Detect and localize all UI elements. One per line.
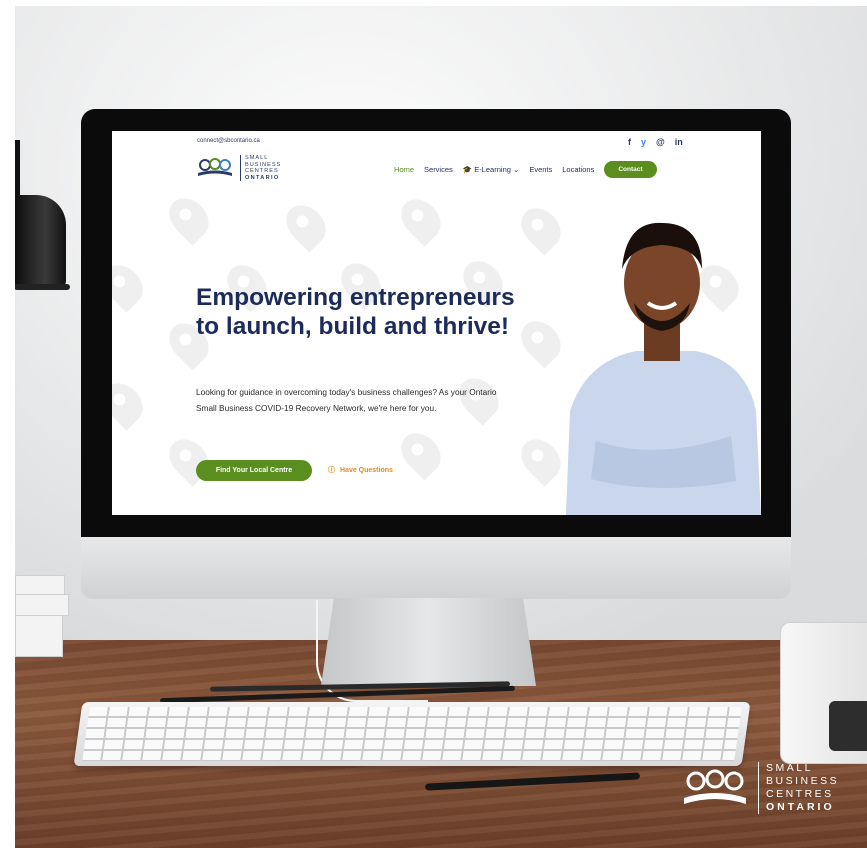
watermark-wordmark: SMALL BUSINESS CENTRES ONTARIO [758,762,839,814]
watermark-line-4: ONTARIO [766,801,835,813]
contact-email[interactable]: connect@sbcontario.ca [197,138,260,144]
facebook-icon[interactable]: f [628,137,631,147]
site-logo[interactable]: SMALL BUSINESS CENTRES ONTARIO [196,155,282,182]
hero-title: Empowering entrepreneurs to launch, buil… [196,284,515,340]
nav-item-elearning-label: E-Learning [474,165,511,174]
watermark-line-1: SMALL [766,762,813,774]
watermark-line-2: BUSINESS [766,775,840,787]
twitter-icon[interactable]: y [641,137,646,147]
book [15,615,63,657]
frame-edge [0,0,867,6]
book [15,594,69,616]
binder [780,622,867,764]
keyboard [73,702,751,766]
map-pin-icon [112,375,151,431]
have-questions-label: Have Questions [340,466,393,474]
have-questions-link[interactable]: ⓘ Have Questions [328,465,393,475]
desk-scene: connect@sbcontario.ca f y @ in SMALL BUS… [0,0,867,848]
chevron-down-icon: ⌄ [513,165,520,174]
map-pin-icon [278,197,334,253]
linkedin-icon[interactable]: in [675,137,683,147]
watermark-pins-icon [680,768,750,808]
watermark-logo: SMALL BUSINESS CENTRES ONTARIO [680,762,839,814]
map-pin-icon [112,257,151,313]
map-pin-icon [393,425,449,481]
hero-subtitle: Looking for guidance in overcoming today… [196,387,497,413]
logo-line-1: SMALL [245,155,269,161]
nav-item-home[interactable]: Home [394,165,414,174]
monitor-stand [321,598,536,686]
lamp-rim [14,284,70,290]
question-circle-icon: ⓘ [328,467,335,474]
nav-item-elearning[interactable]: 🎓 E-Learning ⌄ [463,165,520,174]
hero-person-image [556,211,761,515]
main-nav: Home Services 🎓 E-Learning ⌄ Events Loca… [394,161,657,178]
map-pin-icon [393,191,449,247]
website-screen: connect@sbcontario.ca f y @ in SMALL BUS… [112,131,761,515]
nav-item-locations[interactable]: Locations [562,165,594,174]
logo-line-2: BUSINESS [245,161,282,168]
book [15,575,65,595]
keyboard-keys [82,707,742,761]
find-centre-button[interactable]: Find Your Local Centre [196,460,312,481]
contact-button[interactable]: Contact [604,161,657,178]
map-pin-icon [161,190,217,246]
logo-pins-icon [196,158,234,178]
frame-edge [0,0,15,848]
instagram-icon[interactable]: @ [656,137,665,147]
graduation-cap-icon: 🎓 [462,165,473,174]
social-links: f y @ in [628,137,683,147]
logo-line-4: ONTARIO [245,174,280,181]
watermark-line-3: CENTRES [766,788,834,800]
monitor-chin [81,537,791,599]
nav-item-services[interactable]: Services [424,165,453,174]
nav-item-events[interactable]: Events [529,165,552,174]
desk-lamp [14,195,66,287]
logo-line-3: CENTRES [245,168,279,175]
logo-wordmark: SMALL BUSINESS CENTRES ONTARIO [240,155,282,182]
